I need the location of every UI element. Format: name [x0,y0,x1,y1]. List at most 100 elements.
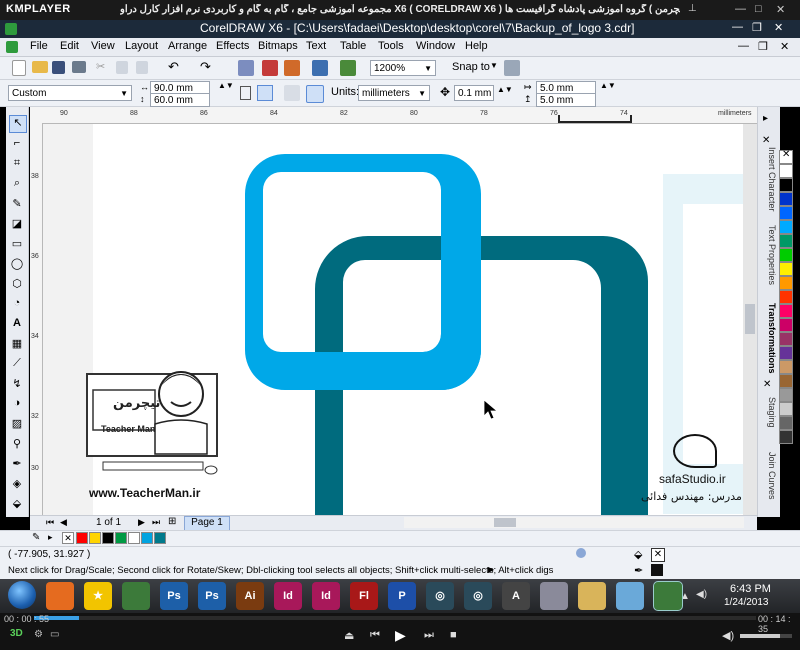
taskbar-app-firefox[interactable] [46,582,74,610]
document-palette-swatch[interactable] [115,532,127,544]
volume-icon[interactable]: ◀) [696,589,707,600]
zoom-tool-icon[interactable]: ⌕ [9,177,25,193]
eject-icon[interactable]: ⏏ [344,629,354,642]
stop-icon[interactable]: ■ [450,629,457,641]
palette-swatch[interactable] [779,332,793,346]
next-icon[interactable]: ⏭ [424,629,434,642]
minimize-icon[interactable]: — [735,3,746,15]
options-icon[interactable] [504,60,520,76]
paste-icon[interactable] [136,61,148,74]
menu-effects[interactable]: Effects [216,40,249,52]
spin-icon[interactable]: ▲▼ [600,81,616,90]
page-height-field[interactable]: 60.0 mm [150,93,210,107]
document-palette-swatch[interactable] [102,532,114,544]
menu-view[interactable]: View [91,40,115,52]
window-close-icon[interactable]: ✕ [774,21,783,34]
speaker-icon[interactable]: ◀) [722,629,734,642]
search-content-icon[interactable] [238,60,254,76]
spin-icon[interactable]: ▲▼ [497,85,513,94]
menu-tools[interactable]: Tools [378,40,404,52]
horizontal-scroll-thumb[interactable] [494,518,516,527]
menu-bitmaps[interactable]: Bitmaps [258,40,298,52]
taskbar-app-corel-capture[interactable]: P [388,582,416,610]
smart-fill-icon[interactable]: ◪ [9,217,25,233]
polygon-tool-icon[interactable]: ⬡ [9,277,25,293]
palette-swatch[interactable] [779,388,793,402]
menu-help[interactable]: Help [465,40,488,52]
maximize-icon[interactable]: □ [755,3,762,15]
fill-none-swatch[interactable]: ✕ [651,548,665,562]
menu-file[interactable]: File [30,40,48,52]
taskbar-app-indesign-1[interactable]: Id [274,582,302,610]
document-palette-swatch[interactable] [128,532,140,544]
all-pages-icon[interactable] [284,85,300,101]
undo-icon[interactable]: ↶ [168,59,179,75]
taskbar-app-app-gear-2[interactable]: ◎ [464,582,492,610]
open-icon[interactable] [32,61,48,73]
next-page-icon[interactable]: ▶ [138,517,145,528]
snap-to-dropdown[interactable]: Snap to [452,61,490,73]
menu-layout[interactable]: Layout [125,40,158,52]
last-page-icon[interactable]: ⏭ [152,517,160,528]
interactive-fill-icon[interactable]: ⬙ [9,497,25,513]
menu-window[interactable]: Window [416,40,455,52]
palette-swatch[interactable] [779,318,793,332]
freehand-tool-icon[interactable]: ✎ [9,197,25,213]
menu-edit[interactable]: Edit [60,40,79,52]
palette-swatch[interactable] [779,206,793,220]
palette-swatch[interactable] [779,248,793,262]
palette-swatch[interactable] [779,192,793,206]
publish-pdf-icon[interactable] [312,60,328,76]
document-palette-swatch[interactable] [89,532,101,544]
taskbar-app-indesign-2[interactable]: Id [312,582,340,610]
docker-arrow-icon[interactable]: ▸ [763,113,768,124]
save-icon[interactable] [52,61,65,74]
taskbar-app-photoshop-2[interactable]: Ps [198,582,226,610]
previous-icon[interactable]: ⏮ [370,629,380,642]
palette-swatch[interactable] [779,164,793,178]
shape-tool-icon[interactable]: ⌐ [9,137,25,153]
basic-shapes-icon[interactable]: ◔ [9,297,25,313]
landscape-icon[interactable] [257,85,273,101]
menu-arrange[interactable]: Arrange [168,40,207,52]
horizontal-scrollbar[interactable] [404,517,744,528]
fill-tool-icon[interactable]: ◈ [9,477,25,493]
color-proof-icon[interactable] [576,548,586,558]
eyedropper-tool-icon[interactable]: ⚲ [9,437,25,453]
taskbar-app-corel-active[interactable] [653,581,683,611]
redo-icon[interactable]: ↷ [200,59,211,75]
palette-swatch[interactable] [779,304,793,318]
drawing-canvas[interactable]: تیچرمن Teacher Man www.TeacherMan.ir saf… [43,124,757,515]
dimension-tool-icon[interactable]: ⟋ [9,357,25,373]
add-page-icon[interactable]: ⊞ [168,516,176,527]
panel-icon[interactable]: ▭ [50,629,59,640]
palette-swatch[interactable] [779,374,793,388]
palette-swatch[interactable] [779,416,793,430]
ellipse-tool-icon[interactable]: ◯ [9,257,25,273]
taskbar-app-disc[interactable] [540,582,568,610]
taskbar-app-flash[interactable]: Fl [350,582,378,610]
blend-tool-icon[interactable]: ◑ [9,397,25,413]
palette-swatch[interactable] [779,430,793,444]
taskbar-app-app-sign[interactable]: A [502,582,530,610]
palette-swatch[interactable] [779,178,793,192]
docker-close-icon[interactable]: ✕ [762,135,770,146]
doc-close-icon[interactable]: ✕ [780,40,789,53]
3d-badge[interactable]: 3D [10,628,23,639]
units-select[interactable]: millimeters ▼ [358,85,430,101]
window-restore-icon[interactable]: ❐ [752,21,762,34]
settings-gear-icon[interactable]: ⚙ [34,629,43,640]
outline-tool-icon[interactable]: ✒ [9,457,25,473]
document-palette-swatch[interactable] [154,532,166,544]
palette-swatch[interactable] [779,290,793,304]
copy-icon[interactable] [116,61,128,74]
docker-tab-text-properties[interactable]: Text Properties [761,225,777,295]
current-page-icon[interactable] [306,85,324,103]
docker-close-icon[interactable]: ✕ [763,379,771,390]
vertical-scroll-thumb[interactable] [745,304,755,334]
volume-slider[interactable] [740,634,792,638]
taskbar-app-illustrator[interactable]: Ai [236,582,264,610]
palette-arrow-icon[interactable]: ▸ [48,532,53,543]
doc-restore-icon[interactable]: ❐ [758,40,768,53]
nudge-distance-field[interactable]: 0.1 mm [454,85,494,101]
